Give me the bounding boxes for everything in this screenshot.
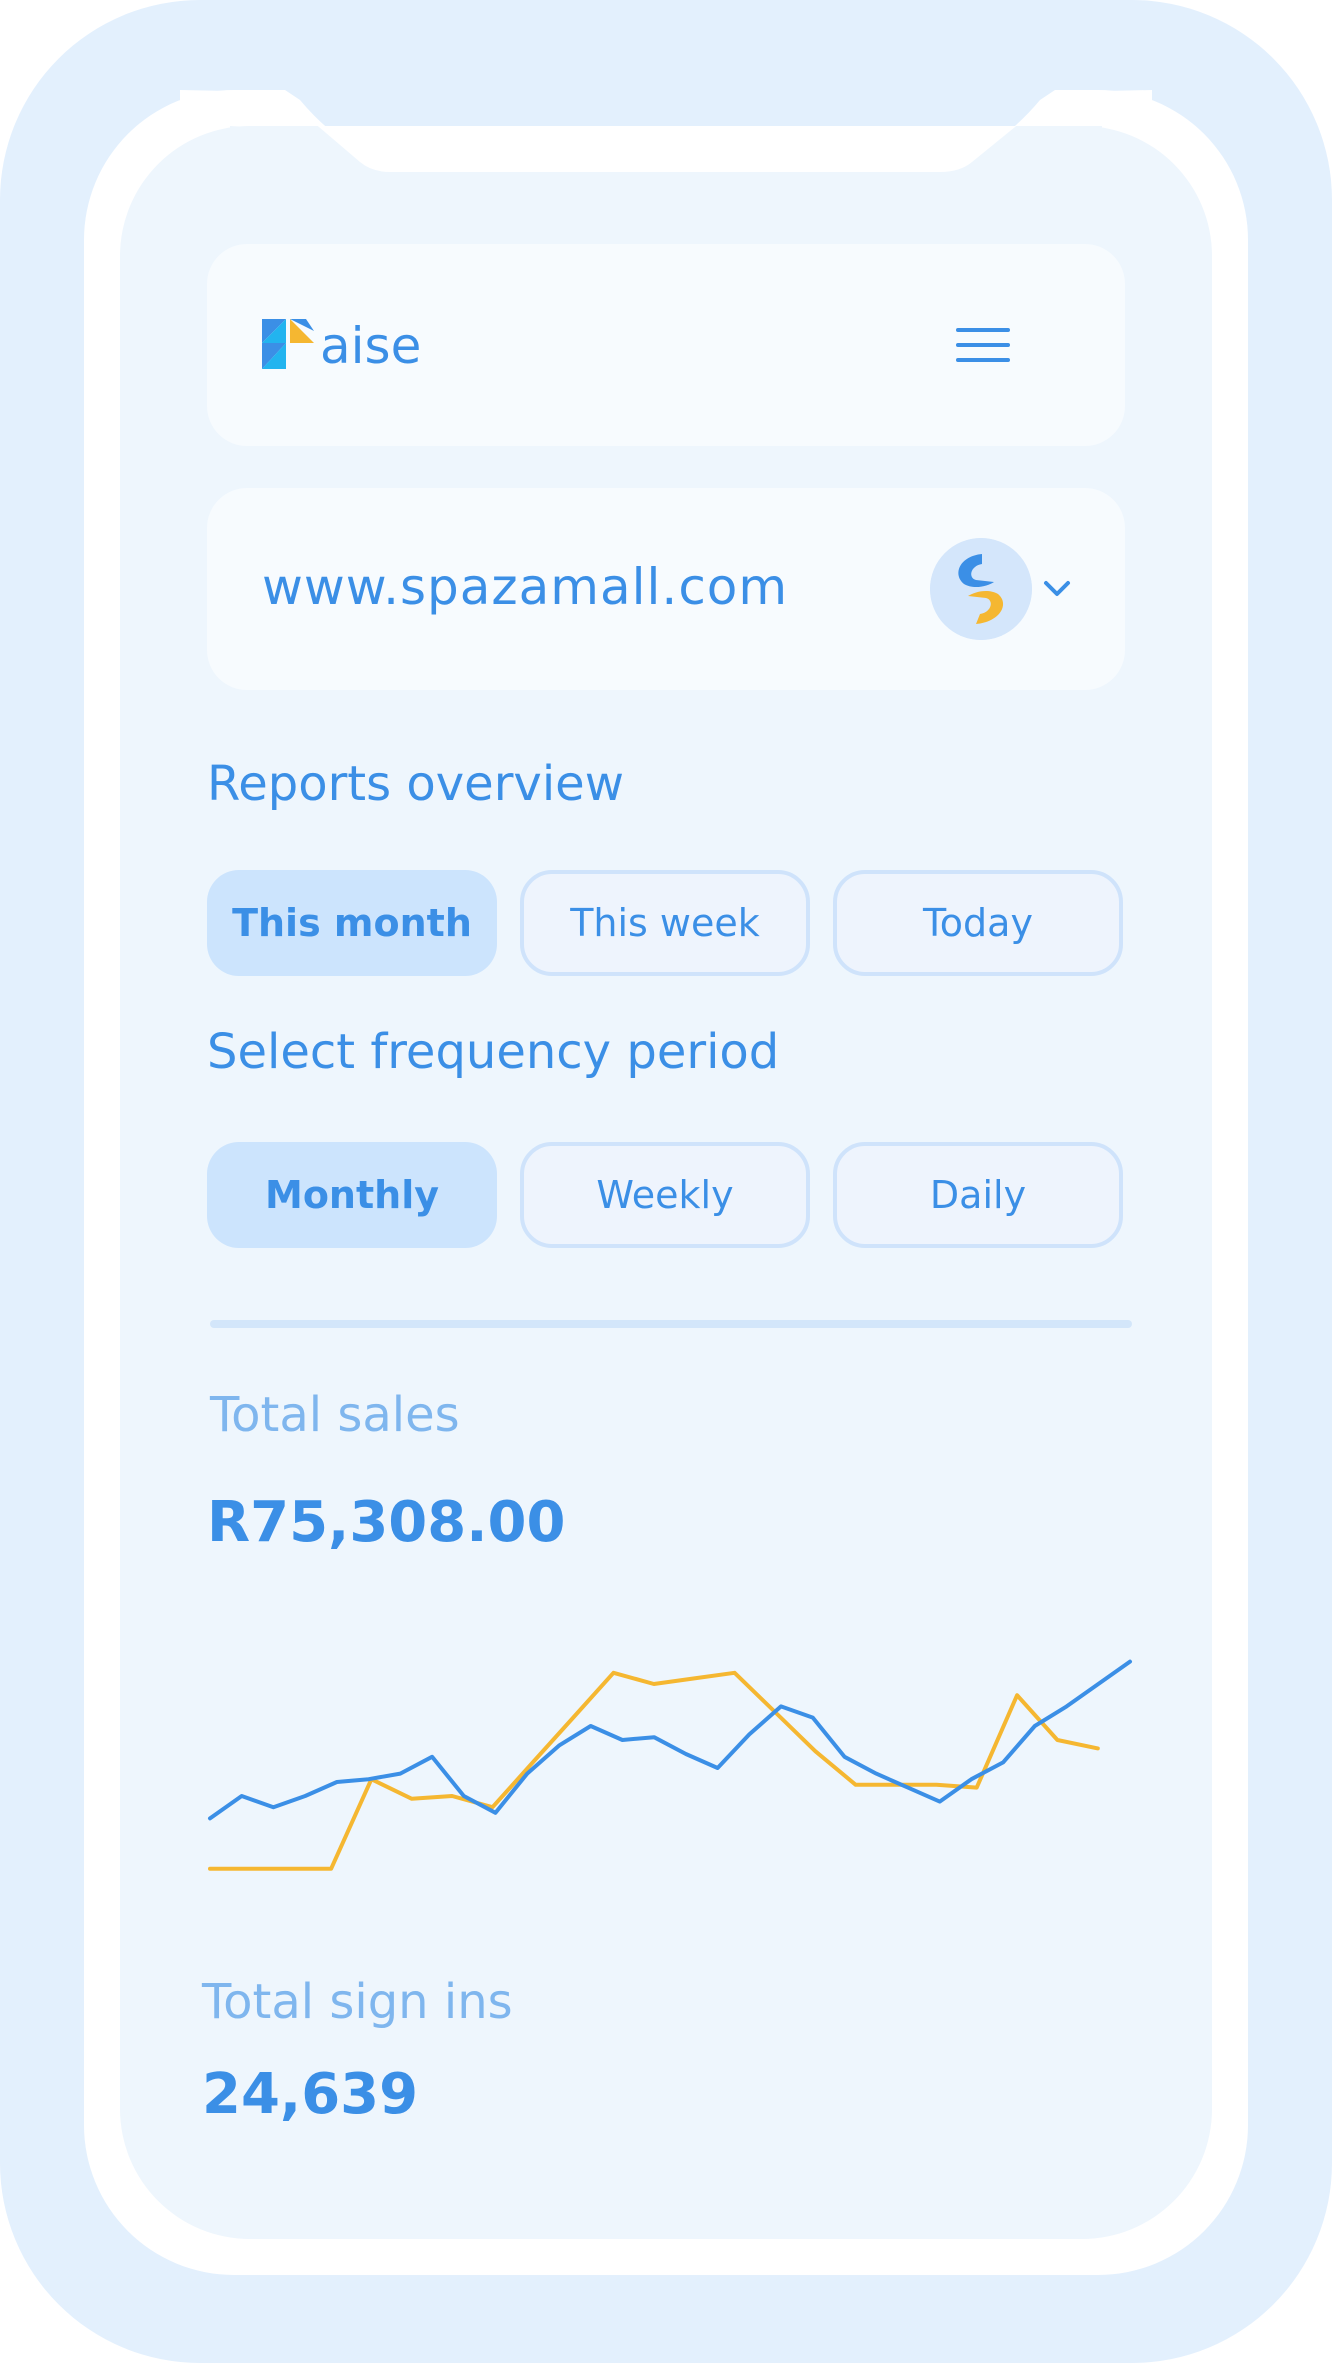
tab-daily[interactable]: Daily: [833, 1142, 1123, 1248]
hamburger-menu-icon[interactable]: [950, 320, 1016, 370]
tab-this-month[interactable]: This month: [207, 870, 497, 976]
section-divider: [210, 1320, 1132, 1328]
paise-logo-mark-icon: [262, 319, 314, 369]
sales-line-chart: [208, 1659, 1132, 1871]
tab-this-week[interactable]: This week: [520, 870, 810, 976]
logo-text: aise: [320, 317, 422, 375]
total-sign-ins-label: Total sign ins: [202, 1974, 513, 2030]
phone-notch: [120, 40, 1212, 230]
site-url: www.spazamall.com: [262, 558, 789, 616]
total-sign-ins-value: 24,639: [202, 2062, 419, 2127]
frequency-period-title: Select frequency period: [207, 1024, 780, 1080]
chevron-down-icon[interactable]: [1040, 572, 1074, 606]
reports-overview-title: Reports overview: [207, 756, 624, 812]
tab-today[interactable]: Today: [833, 870, 1123, 976]
total-sales-label: Total sales: [210, 1387, 460, 1443]
chart-series-line-1: [208, 1670, 1100, 1871]
chart-series-line-2: [208, 1659, 1132, 1821]
tab-weekly[interactable]: Weekly: [520, 1142, 810, 1248]
app-logo[interactable]: aise: [262, 316, 421, 376]
store-avatar-icon[interactable]: [930, 538, 1032, 640]
tab-monthly[interactable]: Monthly: [207, 1142, 497, 1248]
total-sales-value: R75,308.00: [207, 1490, 566, 1555]
